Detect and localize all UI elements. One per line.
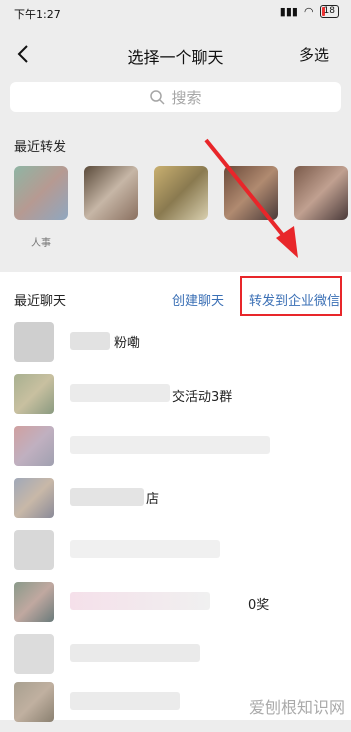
- blurred-name: [70, 592, 210, 610]
- chat-row[interactable]: [0, 416, 351, 476]
- chat-avatar: [14, 426, 54, 466]
- chat-avatar: [14, 322, 54, 362]
- chat-row[interactable]: 店: [0, 468, 351, 528]
- blurred-name: [70, 384, 170, 402]
- blurred-name: [70, 332, 110, 350]
- status-time: 下午1:27: [14, 8, 61, 21]
- contact-avatar[interactable]: [154, 166, 208, 220]
- contact-avatar[interactable]: [294, 166, 348, 220]
- chat-avatar: [14, 478, 54, 518]
- contact-avatar[interactable]: [224, 166, 278, 220]
- search-input[interactable]: 搜索: [10, 82, 341, 112]
- chat-name-fragment: 粉嘞: [114, 336, 141, 351]
- chat-name-fragment: 0奖: [248, 598, 270, 613]
- contact-name: 人事: [31, 238, 51, 249]
- chat-avatar: [14, 530, 54, 570]
- wifi-icon: ◠: [303, 5, 314, 18]
- search-placeholder: 搜索: [171, 88, 202, 107]
- battery-icon: 18: [319, 5, 339, 18]
- blurred-name: [70, 644, 200, 662]
- search-icon: [150, 90, 166, 105]
- watermark: 爱刨根知识网: [248, 698, 345, 717]
- chat-avatar: [14, 374, 54, 414]
- chat-row[interactable]: 0奖: [0, 572, 351, 632]
- chat-avatar: [14, 634, 54, 674]
- blurred-name: [70, 692, 180, 710]
- forward-enterprise-wechat-button[interactable]: 转发到企业微信: [249, 290, 340, 309]
- contact-avatar[interactable]: [84, 166, 138, 220]
- recent-chats-label: 最近聊天: [14, 294, 67, 309]
- chat-row[interactable]: 交活动3群: [0, 364, 351, 424]
- chat-name-fragment: 交活动3群: [172, 390, 233, 405]
- contact-avatar[interactable]: [14, 166, 68, 220]
- recent-chats-panel: 最近聊天 创建聊天 转发到企业微信 粉嘞 交活动3群 店 0奖: [0, 272, 351, 722]
- multi-select-button[interactable]: 多选: [299, 44, 329, 65]
- status-icons: ▮▮▮ ◠ 18: [280, 5, 339, 18]
- top-bar: 选择一个聊天 多选: [0, 32, 351, 76]
- chat-name-fragment: 店: [146, 492, 160, 507]
- recent-forward-list: 人事: [14, 166, 351, 256]
- status-bar: 下午1:27 ▮▮▮ ◠ 18: [0, 0, 351, 24]
- chat-row[interactable]: 粉嘞: [0, 312, 351, 372]
- chat-row[interactable]: [0, 520, 351, 580]
- blurred-name: [70, 540, 220, 558]
- chat-avatar: [14, 582, 54, 622]
- blurred-name: [70, 488, 144, 506]
- blurred-name: [70, 436, 270, 454]
- chat-avatar: [14, 682, 54, 722]
- recent-forward-label: 最近转发: [14, 140, 67, 155]
- signal-icon: ▮▮▮: [279, 5, 298, 18]
- create-chat-button[interactable]: 创建聊天: [172, 290, 224, 309]
- battery-level: 18: [323, 6, 335, 16]
